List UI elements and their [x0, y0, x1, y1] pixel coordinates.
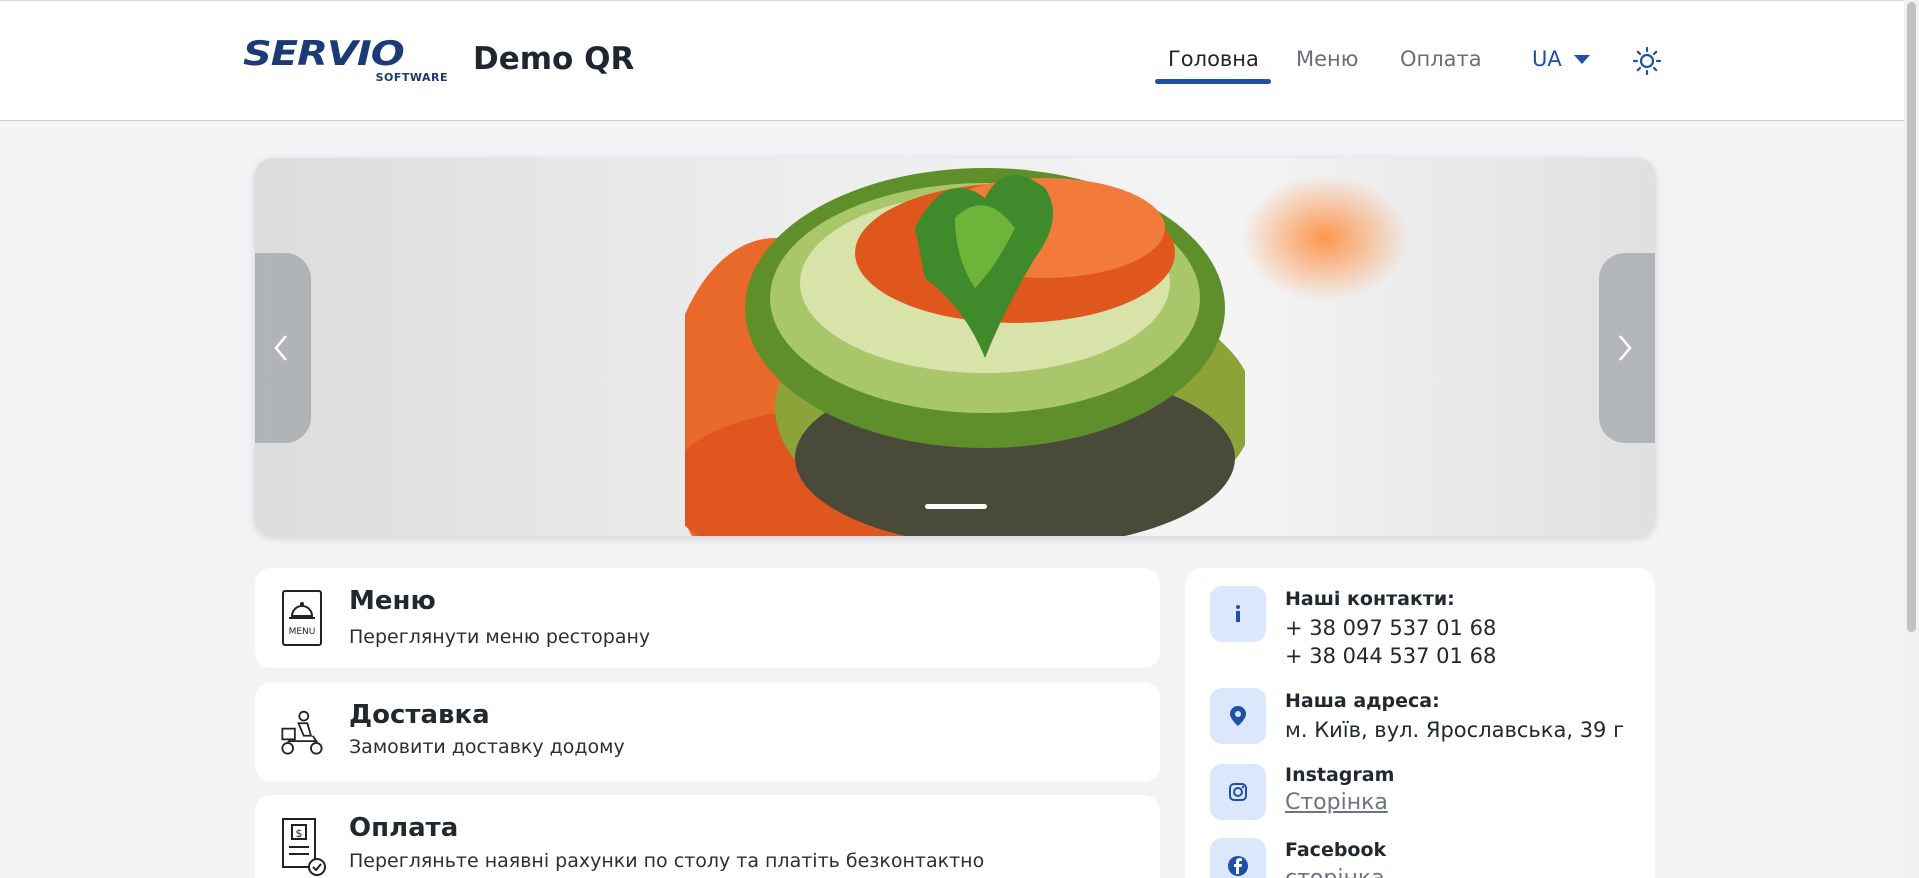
facebook-icon-box — [1210, 838, 1266, 878]
location-icon-box — [1210, 688, 1266, 744]
card-title: Меню — [349, 586, 436, 616]
receipt-icon: $ — [282, 818, 326, 876]
address-value: м. Київ, вул. Ярославська, 39 г — [1285, 718, 1625, 742]
chevron-right-icon — [1619, 335, 1632, 361]
servio-logo[interactable]: SERVIO SOFTWARE — [243, 37, 448, 87]
address-label: Наша адреса: — [1285, 690, 1440, 712]
delivery-scooter-icon — [281, 710, 323, 755]
card-title: Оплата — [349, 813, 459, 843]
instagram-icon-box — [1210, 764, 1266, 820]
location-pin-icon — [1230, 706, 1246, 726]
contacts-label: Наші контакти: — [1285, 588, 1455, 610]
sun-icon — [1632, 46, 1662, 76]
carousel-next-button[interactable] — [1599, 253, 1655, 443]
top-header: SERVIO SOFTWARE Demo QR Головна Меню Опл… — [0, 0, 1904, 121]
nav-menu[interactable]: Меню — [1296, 47, 1358, 71]
carousel-indicator[interactable] — [925, 504, 987, 509]
card-subtitle: Перегляньте наявні рахунки по столу та п… — [349, 850, 985, 872]
scrollbar-thumb[interactable] — [1907, 2, 1916, 632]
card-title: Доставка — [349, 700, 490, 730]
logo-subtitle: SOFTWARE — [375, 71, 448, 84]
food-image — [685, 168, 1245, 536]
card-subtitle: Переглянути меню ресторану — [349, 626, 651, 648]
facebook-label: Facebook — [1285, 839, 1387, 861]
chevron-left-icon — [274, 335, 287, 361]
svg-text:MENU: MENU — [289, 627, 316, 637]
card-delivery[interactable]: Доставка Замовити доставку додому — [255, 682, 1160, 782]
svg-text:$: $ — [296, 827, 303, 840]
nav-home[interactable]: Головна — [1168, 47, 1259, 71]
app-title: Demo QR — [473, 41, 635, 77]
hero-carousel — [255, 158, 1655, 536]
card-payment[interactable]: $ Оплата Перегляньте наявні рахунки по с… — [255, 795, 1160, 878]
instagram-label: Instagram — [1285, 764, 1395, 786]
info-icon — [1236, 605, 1240, 622]
info-icon-box — [1210, 586, 1266, 642]
facebook-icon — [1228, 856, 1248, 876]
nav-payment[interactable]: Оплата — [1400, 47, 1482, 71]
phone-number[interactable]: + 38 097 537 01 68 — [1285, 616, 1496, 640]
logo-wordmark: SERVIO — [243, 34, 405, 74]
nav-active-indicator — [1155, 79, 1271, 84]
facebook-link[interactable]: сторінка — [1285, 866, 1385, 878]
phone-number[interactable]: + 38 044 537 01 68 — [1285, 644, 1496, 668]
caret-down-icon[interactable] — [1574, 55, 1590, 64]
instagram-link[interactable]: Сторінка — [1285, 790, 1388, 815]
carousel-prev-button[interactable] — [255, 253, 311, 443]
contacts-panel: Наші контакти: + 38 097 537 01 68 + 38 0… — [1185, 568, 1655, 878]
menu-book-icon: MENU — [282, 590, 322, 646]
instagram-icon — [1229, 783, 1247, 801]
language-selector[interactable]: UA — [1532, 47, 1562, 71]
theme-toggle-button[interactable] — [1632, 46, 1662, 76]
card-subtitle: Замовити доставку додому — [349, 736, 625, 758]
card-menu[interactable]: MENU Меню Переглянути меню ресторану — [255, 568, 1160, 668]
